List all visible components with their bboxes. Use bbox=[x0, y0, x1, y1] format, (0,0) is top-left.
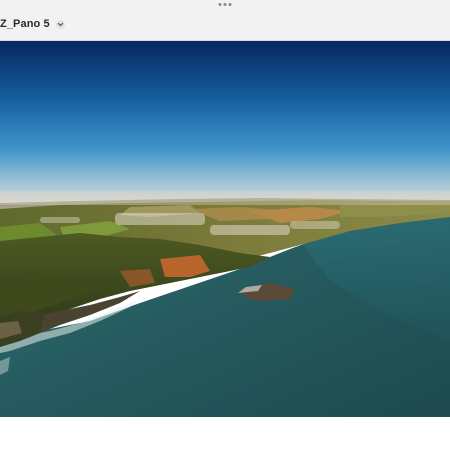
title-bar[interactable]: Z_Pano 5 bbox=[0, 0, 450, 41]
document-title[interactable]: Z_Pano 5 bbox=[0, 18, 50, 30]
title-area[interactable]: Z_Pano 5 bbox=[0, 18, 65, 30]
preview-window: Z_Pano 5 bbox=[0, 0, 450, 450]
bottom-area bbox=[0, 417, 450, 450]
more-dots-icon[interactable] bbox=[218, 3, 232, 6]
chevron-down-icon[interactable] bbox=[55, 19, 65, 29]
panorama-photo bbox=[0, 41, 450, 417]
panorama-image bbox=[0, 41, 450, 417]
